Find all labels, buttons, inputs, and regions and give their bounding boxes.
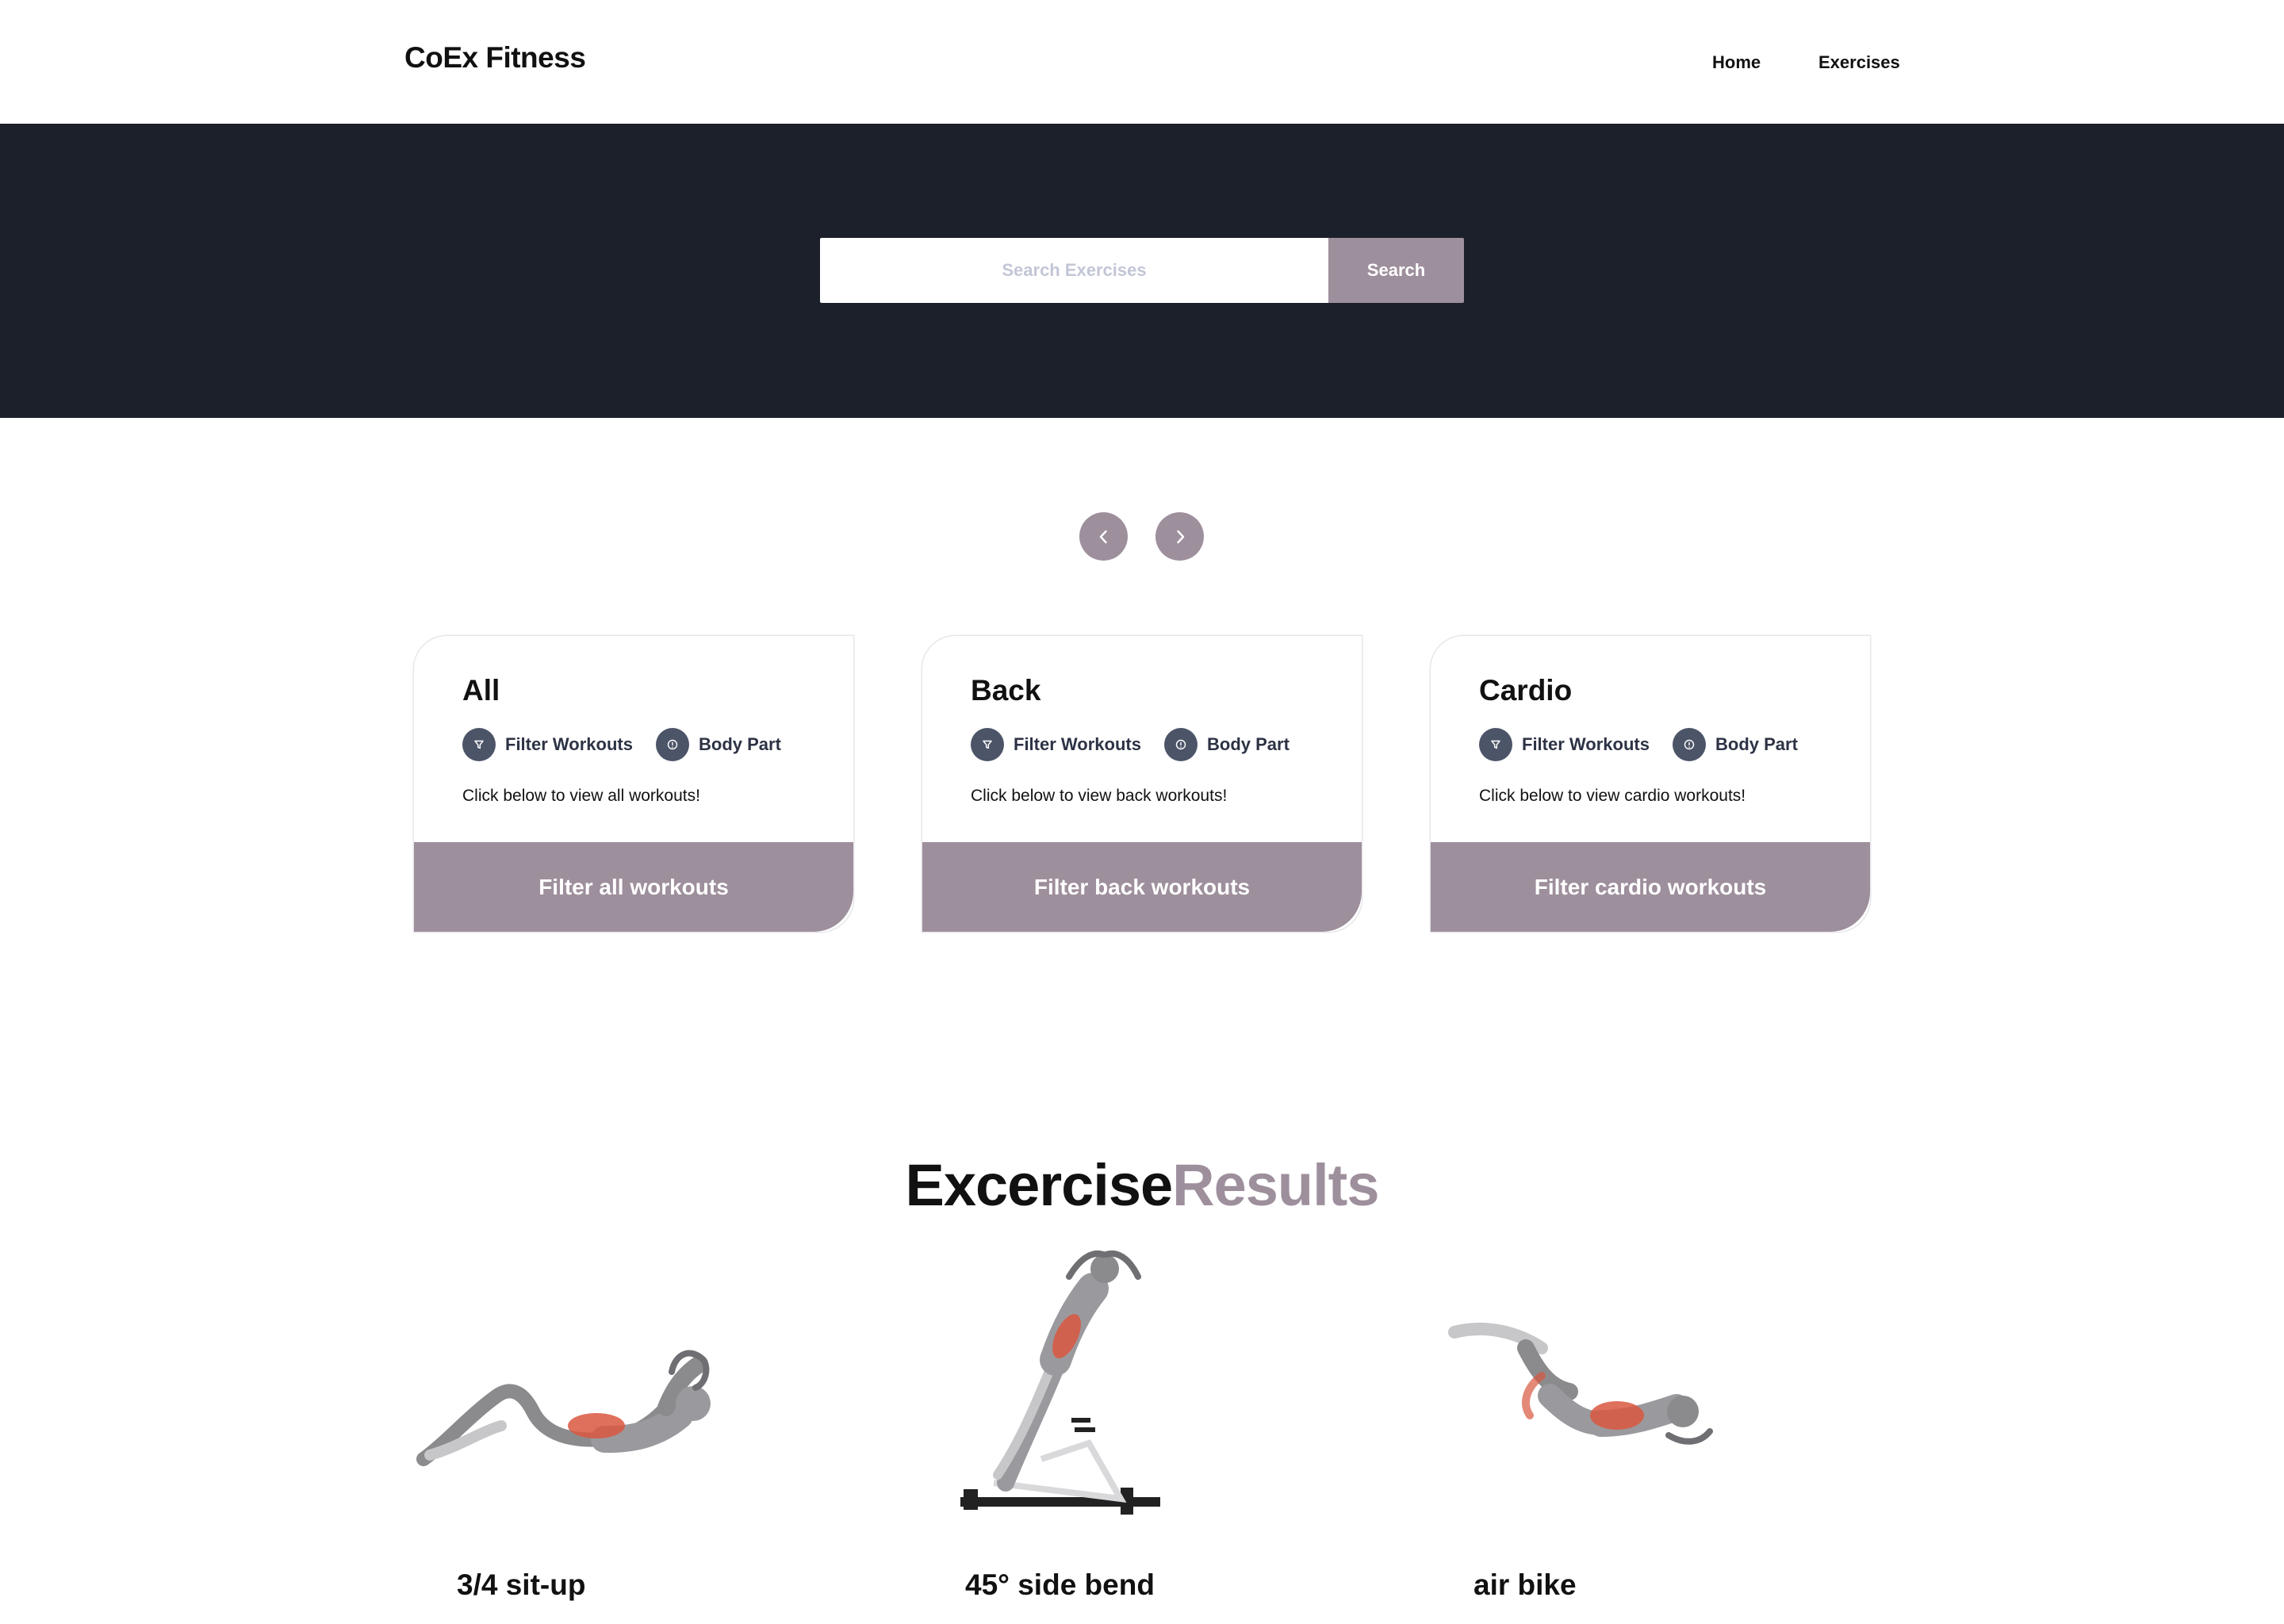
filter-workouts-label: Filter Workouts <box>505 734 633 754</box>
body-part-label: Body Part <box>699 734 781 754</box>
chevron-left-icon <box>1099 530 1107 543</box>
exercise-card[interactable]: air bike <box>1431 1245 1875 1624</box>
chevron-right-icon <box>1176 530 1184 543</box>
body-part-chip: Body Part <box>1164 728 1290 761</box>
filter-back-button[interactable]: Filter back workouts <box>922 842 1362 932</box>
category-card-cardio: Cardio Filter Workouts Body Part Click b… <box>1431 636 1870 932</box>
filter-icon <box>971 728 1004 761</box>
exercise-illustration <box>960 1251 1160 1515</box>
category-description: Click below to view all workouts! <box>462 787 700 805</box>
results-heading: ExcerciseResults <box>0 1151 2284 1219</box>
exercise-name: 3/4 sit-up <box>457 1568 586 1601</box>
filter-icon <box>1479 728 1512 761</box>
filter-icon <box>462 728 496 761</box>
filter-cardio-button[interactable]: Filter cardio workouts <box>1431 842 1870 932</box>
exercise-card[interactable]: 3/4 sit-up <box>414 1245 858 1624</box>
filter-all-button[interactable]: Filter all workouts <box>414 842 853 932</box>
exercise-name: air bike <box>1473 1568 1577 1601</box>
body-part-label: Body Part <box>1207 734 1290 754</box>
info-icon <box>1673 728 1706 761</box>
category-card-all: All Filter Workouts Body Part Click belo… <box>414 636 853 932</box>
search-input[interactable] <box>820 238 1328 303</box>
search-button[interactable]: Search <box>1328 238 1464 303</box>
body-part-chip: Body Part <box>656 728 781 761</box>
filter-workouts-label: Filter Workouts <box>1522 734 1650 754</box>
body-part-label: Body Part <box>1715 734 1798 754</box>
filter-workouts-label: Filter Workouts <box>1014 734 1141 754</box>
category-title: Back <box>971 674 1041 707</box>
exercise-illustration <box>1448 1323 1713 1445</box>
carousel-prev-button[interactable] <box>1079 512 1128 561</box>
brand-logo[interactable]: CoEx Fitness <box>404 41 586 75</box>
exercise-illustration <box>416 1350 711 1466</box>
filter-workouts-chip: Filter Workouts <box>1479 728 1650 761</box>
category-description: Click below to view cardio workouts! <box>1479 787 1746 805</box>
info-icon <box>656 728 689 761</box>
results-heading-part1: Excercise <box>905 1152 1174 1218</box>
body-part-chip: Body Part <box>1673 728 1798 761</box>
category-description: Click below to view back workouts! <box>971 787 1228 805</box>
exercise-name: 45° side bend <box>965 1568 1155 1601</box>
category-title: Cardio <box>1479 674 1573 707</box>
results-heading-part2: Results <box>1172 1152 1379 1218</box>
filter-workouts-chip: Filter Workouts <box>462 728 633 761</box>
nav-exercises-link[interactable]: Exercises <box>1818 52 1900 73</box>
category-card-back: Back Filter Workouts Body Part Click bel… <box>922 636 1362 932</box>
category-title: All <box>462 674 500 707</box>
site-header: CoEx Fitness Home Exercises <box>0 0 2284 124</box>
filter-workouts-chip: Filter Workouts <box>971 728 1141 761</box>
info-icon <box>1164 728 1198 761</box>
exercise-card[interactable]: 45° side bend <box>922 1245 1366 1624</box>
nav-home-link[interactable]: Home <box>1712 52 1761 73</box>
carousel-next-button[interactable] <box>1155 512 1204 561</box>
